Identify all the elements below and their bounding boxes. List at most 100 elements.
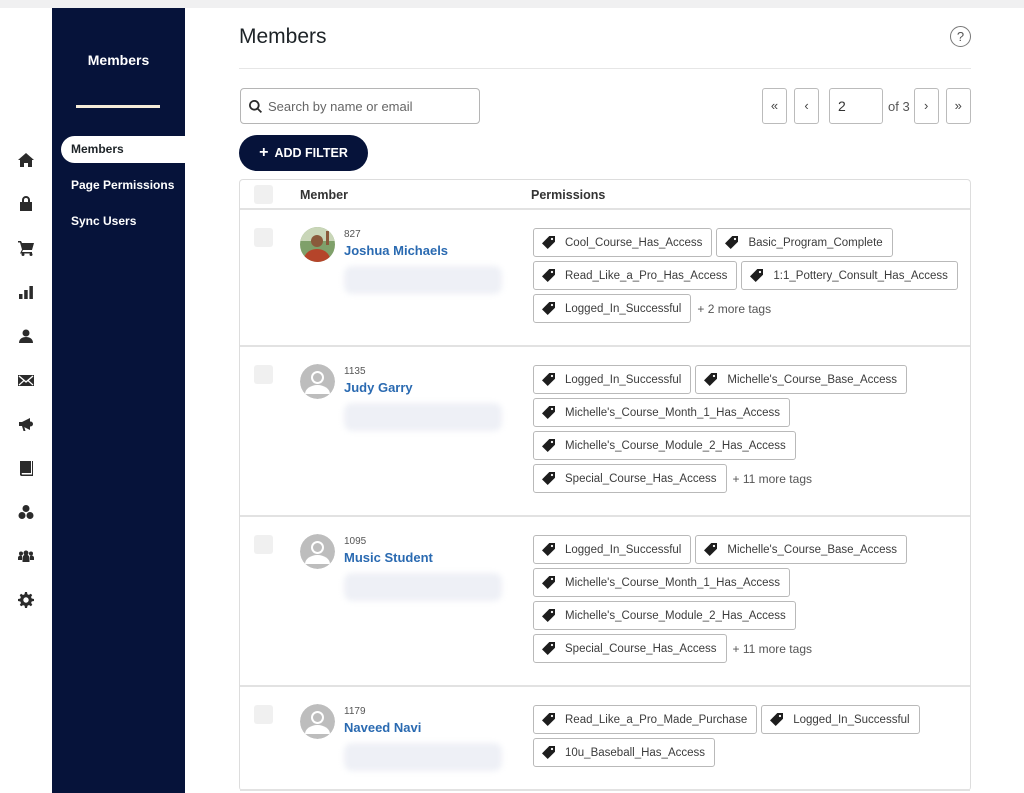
tag-label: Read_Like_a_Pro_Has_Access <box>565 269 728 282</box>
tag-label: Logged_In_Successful <box>565 302 682 315</box>
tag-label: Special_Course_Has_Access <box>565 472 717 485</box>
tag-label: Logged_In_Successful <box>793 713 910 726</box>
next-page-button[interactable]: › <box>913 88 939 124</box>
more-tags-link[interactable]: + 2 more tags <box>697 302 771 316</box>
member-row: 1179 Naveed Navi Read_Like_a_Pro_Made_Purc… <box>240 687 970 791</box>
cart-icon[interactable] <box>16 238 36 258</box>
member-name-link[interactable]: Judy Garry <box>344 380 413 395</box>
tag-label: 1:1_Pottery_Consult_Has_Access <box>773 269 948 282</box>
title-divider <box>239 68 971 69</box>
row-checkbox[interactable] <box>254 365 273 384</box>
settings-icon[interactable] <box>16 590 36 610</box>
more-tags-link[interactable]: + 11 more tags <box>733 472 813 486</box>
add-filter-button[interactable]: + ADD FILTER <box>239 135 368 171</box>
main-content: Members ? « ‹ of 3 › » + ADD FILTER Memb… <box>185 8 1024 793</box>
permission-tag[interactable]: Read_Like_a_Pro_Made_Purchase <box>533 705 758 734</box>
tag-icon <box>542 302 565 315</box>
member-email-redacted <box>344 573 502 601</box>
column-header-permissions: Permissions <box>531 188 606 202</box>
permission-tag[interactable]: Michelle's_Course_Base_Access <box>695 365 908 394</box>
row-checkbox[interactable] <box>254 535 273 554</box>
select-all-checkbox[interactable] <box>254 185 273 204</box>
row-checkbox[interactable] <box>254 705 273 724</box>
tag-icon <box>542 543 565 556</box>
search-input[interactable] <box>268 98 468 114</box>
member-name-link[interactable]: Joshua Michaels <box>344 243 448 258</box>
email-icon[interactable] <box>16 370 36 390</box>
subnav-item-members[interactable]: Members <box>61 136 185 163</box>
courses-icon[interactable] <box>16 458 36 478</box>
permission-tag[interactable]: 10u_Baseball_Has_Access <box>533 738 716 767</box>
tag-icon <box>542 472 565 485</box>
tag-label: Cool_Course_Has_Access <box>565 236 703 249</box>
last-page-button[interactable]: » <box>945 88 971 124</box>
permission-tag[interactable]: Read_Like_a_Pro_Has_Access <box>533 261 738 290</box>
subnav-item-page-permissions[interactable]: Page Permissions <box>61 172 185 199</box>
subnav-divider <box>76 105 160 108</box>
member-email-redacted <box>344 403 502 431</box>
permission-tag[interactable]: Michelle's_Course_Month_1_Has_Access <box>533 568 791 597</box>
tag-icon <box>542 642 565 655</box>
search-icon <box>249 99 262 113</box>
permission-tag[interactable]: Michelle's_Course_Module_2_Has_Access <box>533 431 796 460</box>
member-id: 1095 <box>344 536 367 547</box>
tag-icon <box>750 269 773 282</box>
permission-tag[interactable]: Basic_Program_Complete <box>716 228 893 257</box>
page-number-input[interactable] <box>829 88 883 124</box>
tag-icon <box>725 236 748 249</box>
member-email-redacted <box>344 266 502 294</box>
first-page-button[interactable]: « <box>762 88 787 124</box>
permission-tag[interactable]: 1:1_Pottery_Consult_Has_Access <box>741 261 958 290</box>
row-checkbox[interactable] <box>254 228 273 247</box>
store-icon[interactable] <box>16 194 36 214</box>
permission-tags: Read_Like_a_Pro_Made_Purchase Logged_In_S… <box>533 705 963 771</box>
permission-tag[interactable]: Special_Course_Has_Access <box>533 464 727 493</box>
permission-tag[interactable]: Logged_In_Successful <box>533 365 692 394</box>
home-icon[interactable] <box>16 150 36 170</box>
more-tags-link[interactable]: + 11 more tags <box>733 642 813 656</box>
permission-tag[interactable]: Logged_In_Successful <box>761 705 920 734</box>
tag-label: Logged_In_Successful <box>565 373 682 386</box>
subnav-item-sync-users[interactable]: Sync Users <box>61 208 185 235</box>
permission-tags: Cool_Course_Has_Access Basic_Program_Comp… <box>533 228 963 327</box>
tag-label: Michelle's_Course_Base_Access <box>727 543 898 556</box>
page-title: Members <box>239 25 327 48</box>
tag-icon <box>542 373 565 386</box>
campaigns-icon[interactable] <box>16 414 36 434</box>
members-subnav: Members Members Page Permissions Sync Us… <box>52 8 185 793</box>
tag-icon <box>542 609 565 622</box>
permission-tag[interactable]: Logged_In_Successful <box>533 535 692 564</box>
permission-tag[interactable]: Special_Course_Has_Access <box>533 634 727 663</box>
community-icon[interactable] <box>16 546 36 566</box>
contacts-icon[interactable] <box>16 326 36 346</box>
search-box <box>240 88 480 124</box>
member-name-link[interactable]: Naveed Navi <box>344 720 421 735</box>
member-email-redacted <box>344 743 502 771</box>
icon-rail <box>0 8 52 793</box>
tag-icon <box>542 406 565 419</box>
add-filter-label: ADD FILTER <box>274 146 348 160</box>
avatar <box>300 364 335 399</box>
reports-icon[interactable] <box>16 282 36 302</box>
groups-icon[interactable] <box>16 502 36 522</box>
tag-icon <box>542 269 565 282</box>
permission-tag[interactable]: Michelle's_Course_Module_2_Has_Access <box>533 601 796 630</box>
plus-icon: + <box>259 144 269 161</box>
member-name-link[interactable]: Music Student <box>344 550 433 565</box>
tag-label: 10u_Baseball_Has_Access <box>565 746 706 759</box>
table-header: Member Permissions <box>240 180 970 210</box>
permission-tag[interactable]: Logged_In_Successful <box>533 294 692 323</box>
permission-tag[interactable]: Michelle's_Course_Base_Access <box>695 535 908 564</box>
help-button[interactable]: ? <box>950 26 971 47</box>
member-id: 1135 <box>344 366 366 377</box>
tag-icon <box>704 543 727 556</box>
tag-icon <box>542 713 565 726</box>
prev-page-button[interactable]: ‹ <box>794 88 819 124</box>
permission-tag[interactable]: Michelle's_Course_Month_1_Has_Access <box>533 398 791 427</box>
subnav-title: Members <box>87 52 150 68</box>
tag-icon <box>704 373 727 386</box>
tag-icon <box>542 236 565 249</box>
page-count: of 3 <box>888 98 910 114</box>
permission-tag[interactable]: Cool_Course_Has_Access <box>533 228 713 257</box>
tag-icon <box>542 439 565 452</box>
